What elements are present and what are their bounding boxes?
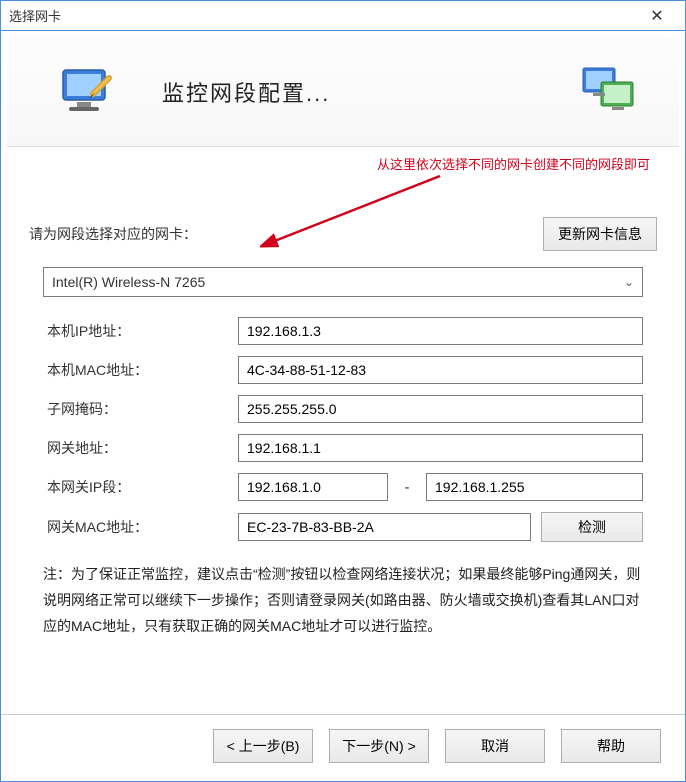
- range-dash: -: [398, 479, 416, 496]
- window-title: 选择网卡: [9, 6, 637, 25]
- subnet-label: 子网掩码：: [43, 399, 238, 419]
- refresh-adapter-button[interactable]: 更新网卡信息: [543, 217, 657, 251]
- titlebar: 选择网卡 ✕: [1, 1, 685, 31]
- adapter-select-value: Intel(R) Wireless-N 7265: [52, 274, 205, 290]
- monitor-network-icon: [569, 52, 649, 132]
- prompt-row: 请为网段选择对应的网卡： 更新网卡信息: [29, 217, 657, 251]
- footer: < 上一步(B) 下一步(N) > 取消 帮助: [1, 714, 685, 781]
- form-body: 请为网段选择对应的网卡： 更新网卡信息 Intel(R) Wireless-N …: [1, 147, 685, 714]
- content-area: 监控网段配置... 从这里依次选择不同的网卡创建不同的网段即可: [1, 31, 685, 781]
- adapter-select[interactable]: Intel(R) Wireless-N 7265 ⌄: [43, 267, 643, 297]
- adapter-select-row: Intel(R) Wireless-N 7265 ⌄: [43, 267, 643, 297]
- banner: 监控网段配置...: [7, 37, 679, 147]
- ip-range-label: 本网关IP段：: [43, 477, 238, 497]
- row-local-ip: 本机IP地址：: [43, 317, 643, 345]
- detect-button[interactable]: 检测: [541, 512, 643, 542]
- row-local-mac: 本机MAC地址：: [43, 356, 643, 384]
- note-text: 注：为了保证正常监控，建议点击“检测”按钮以检查网络连接状况；如果最终能够Pin…: [43, 562, 643, 640]
- gateway-mac-input[interactable]: [238, 513, 531, 541]
- help-button[interactable]: 帮助: [561, 729, 661, 763]
- local-mac-input[interactable]: [238, 356, 643, 384]
- form-rows: 本机IP地址： 本机MAC地址： 子网掩码：: [43, 317, 643, 542]
- monitor-edit-icon: [47, 52, 127, 132]
- ip-range-start-input[interactable]: [238, 473, 388, 501]
- banner-title: 监控网段配置...: [162, 76, 330, 108]
- close-icon[interactable]: ✕: [637, 2, 677, 30]
- next-button[interactable]: 下一步(N) >: [329, 729, 429, 763]
- row-subnet: 子网掩码：: [43, 395, 643, 423]
- subnet-input[interactable]: [238, 395, 643, 423]
- gateway-label: 网关地址：: [43, 438, 238, 458]
- row-gateway: 网关地址：: [43, 434, 643, 462]
- dialog-window: 选择网卡 ✕ 监控网段配置...: [0, 0, 686, 782]
- local-mac-label: 本机MAC地址：: [43, 360, 238, 380]
- cancel-button[interactable]: 取消: [445, 729, 545, 763]
- row-gateway-mac: 网关MAC地址： 检测: [43, 512, 643, 542]
- local-ip-label: 本机IP地址：: [43, 321, 238, 341]
- ip-range-end-input[interactable]: [426, 473, 643, 501]
- gateway-mac-label: 网关MAC地址：: [43, 517, 238, 537]
- chevron-down-icon: ⌄: [624, 275, 634, 289]
- gateway-input[interactable]: [238, 434, 643, 462]
- local-ip-input[interactable]: [238, 317, 643, 345]
- prompt-label: 请为网段选择对应的网卡：: [29, 224, 543, 244]
- row-ip-range: 本网关IP段： -: [43, 473, 643, 501]
- back-button[interactable]: < 上一步(B): [213, 729, 313, 763]
